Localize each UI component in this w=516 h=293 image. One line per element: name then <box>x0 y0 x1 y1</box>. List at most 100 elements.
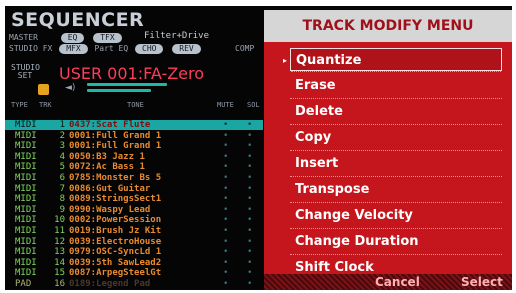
track-type: MIDI <box>15 173 37 183</box>
track-row[interactable]: MIDI 9 0990:Waspy Lead • • <box>5 205 263 215</box>
solo-indicator: • <box>247 151 253 162</box>
mfx-pill[interactable]: MFX <box>59 44 88 54</box>
track-row[interactable]: MIDI 15 0087:ArpegSteelGt • • <box>5 268 263 278</box>
menu-footer: Cancel Select <box>264 274 512 290</box>
track-row[interactable]: PAD 16 0189:Legend Pad • • <box>5 279 263 289</box>
mute-indicator: • <box>223 183 229 194</box>
track-row[interactable]: MIDI 13 0979:OSC-SyncLd 1 • • <box>5 247 263 257</box>
track-number: 13 <box>54 247 65 258</box>
speaker-icon: ◄) <box>65 83 76 93</box>
track-tone: 0019:Brush Jz Kit <box>69 226 162 236</box>
track-number: 10 <box>54 215 65 226</box>
menu-item-transpose[interactable]: Transpose <box>290 178 502 203</box>
track-row[interactable]: MIDI 1 0437:Scat Flute • • <box>5 120 263 130</box>
solo-indicator: • <box>247 268 253 279</box>
track-tone: 0039:ElectroHouse <box>69 236 162 247</box>
track-type: MIDI <box>15 268 37 279</box>
eq-pill[interactable]: EQ <box>60 33 85 43</box>
track-tone: 0087:ArpegSteelGt <box>69 268 162 279</box>
track-tone: 0001:Full Grand 1 <box>69 141 162 152</box>
track-column-header: TYPE TRK TONE MUTE SOL <box>5 101 263 111</box>
track-number: 15 <box>54 268 65 279</box>
comp-label: COMP <box>235 44 255 53</box>
mute-indicator: • <box>223 226 229 236</box>
edit-icon[interactable] <box>38 84 49 95</box>
track-row[interactable]: MIDI 11 0019:Brush Jz Kit • • <box>5 226 263 236</box>
mute-indicator: • <box>223 279 229 289</box>
menu-item-quantize[interactable]: Quantize <box>283 48 502 72</box>
track-type: MIDI <box>15 130 37 141</box>
track-number: 14 <box>54 257 65 268</box>
master-row: MASTER EQ TFX <box>9 33 124 43</box>
track-type: MIDI <box>15 215 37 226</box>
solo-indicator: • <box>247 130 253 141</box>
mute-indicator: • <box>223 236 229 247</box>
mute-indicator: • <box>223 162 229 173</box>
track-type: MIDI <box>15 162 37 173</box>
solo-indicator: • <box>247 215 253 226</box>
tfx-pill[interactable]: TFX <box>93 33 122 43</box>
solo-indicator: • <box>247 194 253 205</box>
synth-display: SEQUENCER MASTER EQ TFX Filter+Drive STU… <box>5 6 512 290</box>
solo-indicator: • <box>247 236 253 247</box>
track-type: MIDI <box>15 257 37 268</box>
solo-indicator: • <box>247 141 253 152</box>
menu-item-erase[interactable]: Erase <box>290 74 502 99</box>
track-row[interactable]: MIDI 8 0089:StringsSect1 • • <box>5 194 263 204</box>
status-text: Filter+Drive <box>144 31 210 41</box>
track-tone: 0437:Scat Flute <box>69 120 151 130</box>
studio-fx-row: STUDIO FX MFX Part EQ CHO REV <box>9 44 203 54</box>
track-tone: 0050:B3 Jazz 1 <box>69 151 145 162</box>
cancel-button[interactable]: Cancel <box>375 274 420 290</box>
solo-indicator: • <box>247 247 253 258</box>
studio-set-name[interactable]: USER 001:FA-Zero <box>59 64 204 83</box>
track-row[interactable]: MIDI 2 0001:Full Grand 1 • • <box>5 131 263 141</box>
menu-title: TRACK MODIFY MENU <box>264 10 512 42</box>
part-eq-label: Part EQ <box>94 44 129 53</box>
track-row[interactable]: MIDI 10 0002:PowerSession • • <box>5 215 263 225</box>
track-number: 8 <box>59 194 65 205</box>
track-row[interactable]: MIDI 14 0039:5th SawLead2 • • <box>5 258 263 268</box>
col-tone: TONE <box>127 101 144 109</box>
track-tone: 0990:Waspy Lead <box>69 204 151 215</box>
track-type: MIDI <box>15 141 37 152</box>
track-type: MIDI <box>15 120 37 130</box>
solo-indicator: • <box>247 204 253 215</box>
track-row[interactable]: MIDI 5 0072:Ac Bass 1 • • <box>5 162 263 172</box>
track-row[interactable]: MIDI 12 0039:ElectroHouse • • <box>5 237 263 247</box>
menu-item-change-duration[interactable]: Change Duration <box>290 230 502 255</box>
track-row[interactable]: MIDI 4 0050:B3 Jazz 1 • • <box>5 152 263 162</box>
track-tone: 0785:Monster Bs 5 <box>69 173 162 183</box>
track-tone: 0001:Full Grand 1 <box>69 130 162 141</box>
track-number: 12 <box>54 236 65 247</box>
mute-indicator: • <box>223 141 229 152</box>
master-label: MASTER <box>9 33 38 42</box>
studio-fx-label: STUDIO FX <box>9 44 53 53</box>
level-bar <box>87 89 151 92</box>
menu-item-change-velocity[interactable]: Change Velocity <box>290 204 502 229</box>
track-tone: 0072:Ac Bass 1 <box>69 162 145 173</box>
track-type: MIDI <box>15 226 37 236</box>
col-trk: TRK <box>39 101 52 109</box>
level-bar <box>87 83 167 86</box>
track-number: 16 <box>54 279 65 289</box>
menu-item-copy[interactable]: Copy <box>290 126 502 151</box>
col-solo: SOL <box>247 101 260 109</box>
track-tone: 0089:StringsSect1 <box>69 194 162 205</box>
track-row[interactable]: MIDI 3 0001:Full Grand 1 • • <box>5 141 263 151</box>
cho-pill[interactable]: CHO <box>135 44 164 54</box>
track-number: 6 <box>59 173 65 183</box>
menu-item-delete[interactable]: Delete <box>290 100 502 125</box>
track-type: MIDI <box>15 247 37 258</box>
track-number: 4 <box>59 151 65 162</box>
mute-indicator: • <box>223 120 229 130</box>
solo-indicator: • <box>247 257 253 268</box>
select-button[interactable]: Select <box>461 274 503 290</box>
track-number: 7 <box>59 183 65 194</box>
rev-pill[interactable]: REV <box>172 44 201 54</box>
mute-indicator: • <box>223 204 229 215</box>
menu-item-insert[interactable]: Insert <box>290 152 502 177</box>
track-row[interactable]: MIDI 6 0785:Monster Bs 5 • • <box>5 173 263 183</box>
track-row[interactable]: MIDI 7 0086:Gut Guitar • • <box>5 184 263 194</box>
track-tone: 0039:5th SawLead2 <box>69 257 162 268</box>
